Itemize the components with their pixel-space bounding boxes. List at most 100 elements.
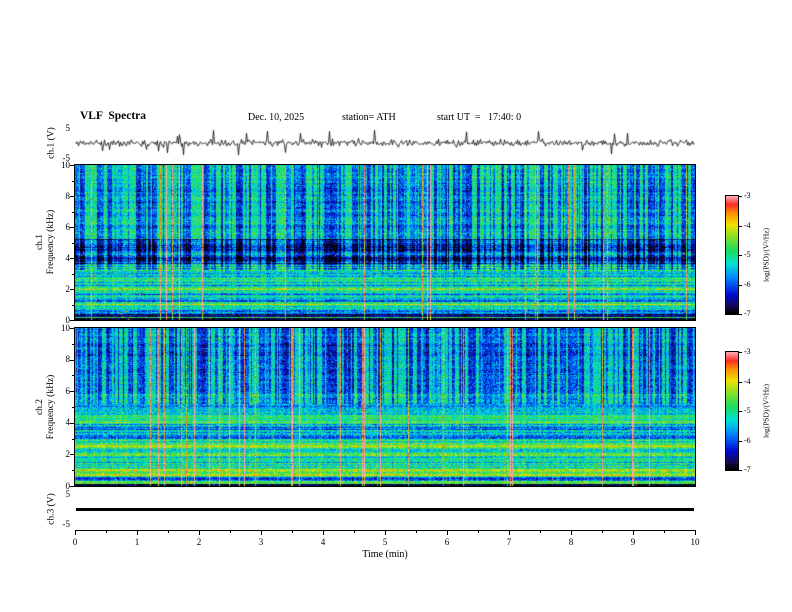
spec2-ytick-label: 2 [65,448,71,459]
x-tick-mark [571,530,572,535]
ch1-spectrogram-ylabel: ch.1 Frequency (kHz) [35,210,57,275]
x-tick-minor [230,530,231,533]
spec2-ytick-minor [72,470,74,472]
cb2-tick-label: -4 [744,376,751,386]
x-tick-minor [478,530,479,533]
colorbar-1-label: log(PSD)/(V²/Hz) [761,228,771,282]
cb2-tick-mark [739,352,742,353]
ch3-ytick-label: -5 [62,518,71,529]
ch3-flat-trace [76,508,694,511]
x-tick-minor [168,530,169,533]
spec1-ytick-mark [70,196,74,197]
x-tick-label: 1 [134,537,140,547]
x-tick-minor [292,530,293,533]
x-tick-label: 8 [568,537,574,547]
cb1-tick-label: -3 [744,191,751,200]
cb1-tick-mark [739,225,742,227]
ch2-spectrogram-plot [74,327,696,487]
x-tick-minor [540,530,541,533]
figure-station: station= ATH [342,112,396,123]
cb1-tick-mark [739,196,742,197]
spec1-ytick-minor [72,304,74,306]
cb2-tick-mark [739,381,742,383]
spec1-ytick-mark [70,289,74,290]
x-axis-title: Time (min) [362,549,408,560]
cb2-tick-mark [739,470,742,471]
x-tick-mark [447,530,448,535]
ch2-spectrogram-ylabel-channel: ch.2 [35,398,45,416]
cb1-tick-label: -6 [744,279,751,289]
spec1-ytick-mark [70,258,74,259]
spec2-ytick-minor [72,375,74,377]
spec1-ytick-minor [72,180,74,182]
x-tick-minor [354,530,355,533]
x-tick-minor [106,530,107,533]
x-tick-mark [137,530,138,535]
colorbar-2 [725,351,739,471]
spec2-ytick-label: 8 [65,354,71,365]
spec2-ytick-label: 10 [61,322,70,333]
figure-start-ut: start UT = 17:40: 0 [437,112,522,123]
spec2-ytick-mark [70,422,74,424]
x-tick-mark [199,530,200,535]
spec1-ytick-minor [72,242,74,244]
spec1-ytick-label: 2 [65,283,71,294]
x-tick-label: 4 [320,537,326,547]
x-tick-mark [75,530,76,535]
colorbar-1 [725,195,739,315]
x-tick-label: 2 [196,537,202,547]
spec2-ytick-minor [72,438,74,440]
spec2-ytick-mark [70,328,74,329]
figure-title: VLF Spectra [80,110,147,122]
cb2-tick-label: -3 [744,347,751,356]
x-tick-label: 10 [690,537,700,547]
cb1-tick-label: -7 [744,309,751,318]
spec2-ytick-mark [70,391,74,393]
spec2-ytick-minor [72,407,74,408]
spec2-ytick-mark [70,486,74,487]
x-tick-minor [664,530,665,533]
x-tick-label: 0 [72,537,78,547]
x-tick-label: 9 [630,537,636,547]
figure-date: Dec. 10, 2025 [248,112,305,123]
ch1-spectrogram-ylabel-frequency: Frequency (kHz) [46,209,56,275]
x-tick-mark [695,530,696,535]
x-tick-mark [385,530,386,535]
spec1-ytick-mark [70,227,74,228]
wave1-ytick-label: -5 [62,152,71,163]
spec2-ytick-mark [70,359,74,361]
x-tick-mark [509,530,510,535]
colorbar-2-label: log(PSD)/(V²/Hz) [761,384,771,438]
x-tick-label: 7 [506,537,512,547]
cb2-tick-mark [739,440,742,442]
spec2-ytick-mark [70,454,74,456]
spec1-ytick-minor [72,211,74,213]
ch3-ytick-label: 5 [65,488,71,499]
x-tick-mark [261,530,262,535]
x-tick-mark [323,530,324,535]
x-tick-label: 6 [444,537,450,547]
cb1-tick-mark [739,284,742,286]
cb1-tick-label: -5 [744,250,751,259]
cb1-tick-mark [739,255,742,256]
spec1-ytick-minor [72,273,74,275]
wave1-ytick-label: 5 [65,122,71,133]
spec2-ytick-label: 6 [65,385,71,396]
cb2-tick-label: -5 [744,406,751,415]
cb2-tick-label: -7 [744,465,751,474]
cb2-tick-label: -6 [744,435,751,445]
ch2-spectrogram-ylabel-frequency: Frequency (kHz) [46,374,56,440]
spec1-ytick-mark [70,165,74,166]
ch1-spectrogram-ylabel-channel: ch.1 [35,233,45,251]
cb2-tick-mark [739,411,742,412]
spec1-ytick-mark [70,320,74,321]
spec1-ytick-label: 8 [65,190,71,201]
x-tick-mark [633,530,634,535]
ch1-spectrogram-plot [74,164,696,321]
spec2-ytick-label: 4 [65,417,71,428]
cb1-tick-mark [739,314,742,315]
x-tick-label: 5 [382,537,388,547]
cb1-tick-label: -4 [744,220,751,230]
x-tick-minor [602,530,603,533]
ch2-spectrogram-ylabel: ch.2 Frequency (kHz) [35,375,57,440]
